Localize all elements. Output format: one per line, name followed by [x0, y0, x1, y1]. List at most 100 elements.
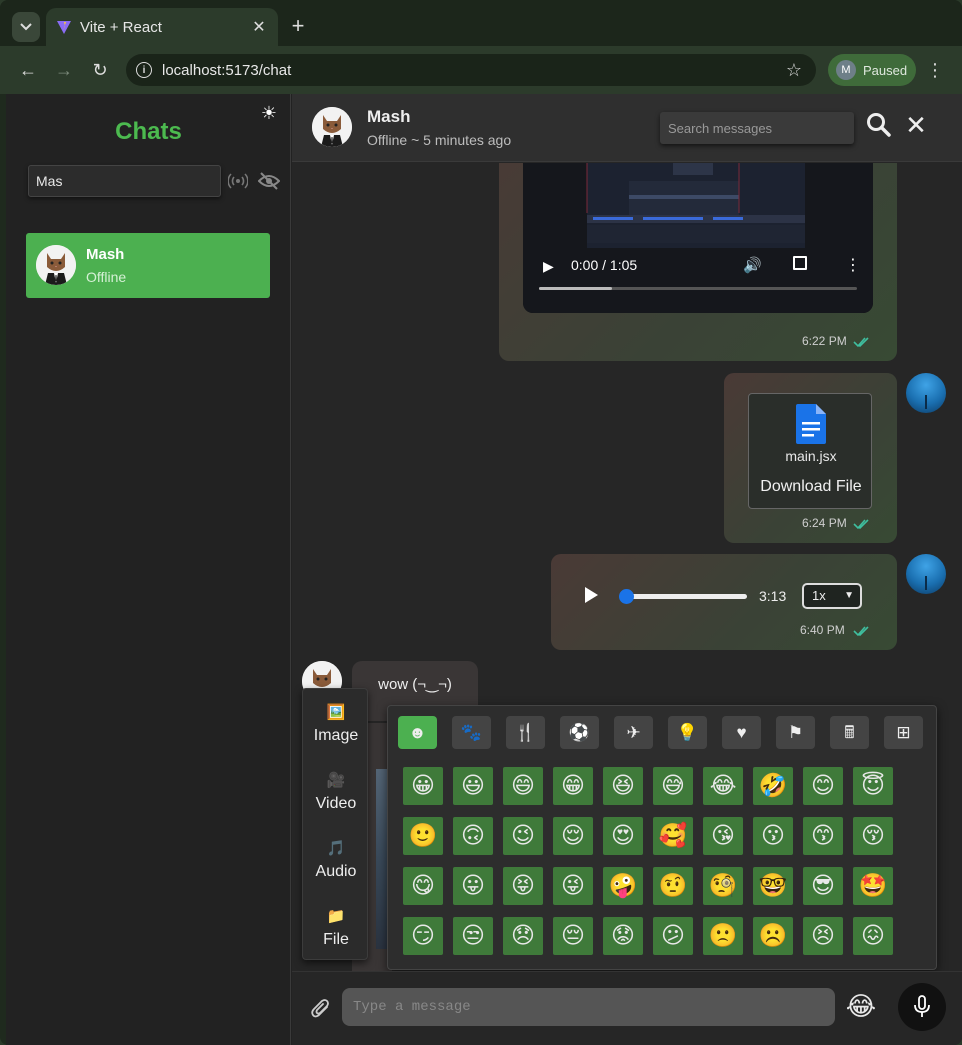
emoji-cell[interactable]: 😜	[553, 867, 593, 905]
reload-icon[interactable]: ↻	[88, 58, 112, 82]
bookmark-star-icon[interactable]: ☆	[786, 60, 802, 81]
emoji-cell[interactable]: 😅	[653, 767, 693, 805]
message-list[interactable]: ▶ 0:00 / 1:05 🔊 ⋮ 6:22 PM main.jsx Downl…	[292, 163, 962, 971]
emoji-cell[interactable]: 😉	[503, 817, 543, 855]
back-icon[interactable]: ←	[16, 58, 40, 82]
emoji-cell[interactable]: ☹️	[753, 917, 793, 955]
emoji-cell[interactable]: 😇	[853, 767, 893, 805]
address-bar[interactable]: i localhost:5173/chat ☆	[126, 54, 816, 86]
emoji-cell[interactable]: 😌	[553, 817, 593, 855]
audio-seek-thumb[interactable]	[619, 589, 634, 604]
emoji-category-calculator-icon[interactable]: 🖩	[830, 716, 869, 749]
emoji-cell[interactable]: 😃	[453, 767, 493, 805]
emoji-cell[interactable]: 😁	[553, 767, 593, 805]
header-avatar[interactable]	[312, 107, 352, 147]
read-ticks-icon	[853, 519, 869, 530]
tab-close-icon[interactable]: ✕	[248, 17, 270, 37]
download-file-link[interactable]: Download File	[749, 478, 873, 496]
emoji-cell[interactable]: 😊	[803, 767, 843, 805]
new-tab-button[interactable]: +	[286, 14, 310, 38]
eye-off-icon[interactable]	[257, 171, 281, 191]
emoji-cell[interactable]: 😚	[853, 817, 893, 855]
emoji-cell[interactable]: 😀	[403, 767, 443, 805]
message-input[interactable]	[342, 988, 835, 1026]
emoji-cell[interactable]: 😒	[453, 917, 493, 955]
fullscreen-icon[interactable]	[793, 256, 807, 270]
emoji-cell[interactable]: 🤨	[653, 867, 693, 905]
emoji-cell[interactable]: 🙂	[403, 817, 443, 855]
emoji-cell[interactable]: 😝	[503, 867, 543, 905]
emoji-button[interactable]: 😂	[844, 989, 878, 1023]
play-icon[interactable]	[585, 587, 598, 603]
attach-file-option[interactable]: 📁 File	[303, 897, 369, 957]
emoji-cell[interactable]: 😞	[503, 917, 543, 955]
emoji-category-grid-icon[interactable]: ⊞	[884, 716, 923, 749]
audio-player: 3:13 1x ▼	[577, 576, 867, 616]
image-icon: 🖼️	[326, 704, 346, 721]
audio-duration: 3:13	[759, 588, 787, 604]
emoji-cell[interactable]: 😗	[753, 817, 793, 855]
contact-search-input[interactable]	[28, 165, 221, 197]
message-search-input[interactable]	[660, 112, 854, 144]
emoji-cell[interactable]: 😆	[603, 767, 643, 805]
emoji-cell[interactable]: 🤩	[853, 867, 893, 905]
vite-logo-icon	[57, 21, 71, 34]
emoji-cell[interactable]: 😕	[653, 917, 693, 955]
emoji-category-food-icon[interactable]: 🍴	[506, 716, 545, 749]
emoji-cell[interactable]: 🙁	[703, 917, 743, 955]
my-avatar[interactable]	[906, 373, 946, 413]
attach-audio-option[interactable]: 🎵 Audio	[303, 829, 369, 889]
emoji-cell[interactable]: 😣	[803, 917, 843, 955]
emoji-cell[interactable]: 😖	[853, 917, 893, 955]
emoji-cell[interactable]: 😙	[803, 817, 843, 855]
emoji-cell[interactable]: 😎	[803, 867, 843, 905]
mic-button[interactable]	[898, 983, 946, 1031]
site-info-icon[interactable]: i	[136, 62, 152, 78]
emoji-category-animals-icon[interactable]: 🐾	[452, 716, 491, 749]
my-avatar[interactable]	[906, 554, 946, 594]
profile-button[interactable]: M Paused	[828, 54, 916, 86]
emoji-category-travel-icon[interactable]: ✈	[614, 716, 653, 749]
play-icon[interactable]: ▶	[543, 258, 554, 275]
emoji-cell[interactable]: 😍	[603, 817, 643, 855]
emoji-cell[interactable]: 😏	[403, 917, 443, 955]
paperclip-icon[interactable]	[310, 998, 332, 1020]
video-progress-bar[interactable]	[539, 287, 857, 290]
tab-search-button[interactable]	[12, 12, 40, 42]
audio-seek-bar[interactable]	[621, 594, 747, 599]
playback-speed-select[interactable]: 1x ▼	[802, 583, 862, 609]
emoji-cell[interactable]: 😋	[403, 867, 443, 905]
video-player[interactable]: ▶ 0:00 / 1:05 🔊 ⋮	[523, 163, 873, 313]
attach-video-option[interactable]: 🎥 Video	[303, 761, 369, 821]
broadcast-icon[interactable]	[227, 172, 249, 192]
emoji-cell[interactable]: 🤣	[753, 767, 793, 805]
emoji-category-activities-icon[interactable]: ⚽	[560, 716, 599, 749]
emoji-cell[interactable]: 🙃	[453, 817, 493, 855]
emoji-cell[interactable]: 😔	[553, 917, 593, 955]
file-card[interactable]: main.jsx Download File	[748, 393, 872, 509]
emoji-cell[interactable]: 😄	[503, 767, 543, 805]
contact-item[interactable]: Mash Offline	[26, 233, 270, 298]
emoji-category-objects-icon[interactable]: 💡	[668, 716, 707, 749]
url-text[interactable]: localhost:5173/chat	[162, 62, 786, 79]
browser-menu-icon[interactable]: ⋮	[926, 58, 944, 82]
emoji-cell[interactable]: 🤪	[603, 867, 643, 905]
emoji-cell[interactable]: 😘	[703, 817, 743, 855]
message-time: 6:40 PM	[800, 623, 845, 637]
forward-icon[interactable]: →	[52, 58, 76, 82]
emoji-cell[interactable]: 😂	[703, 767, 743, 805]
emoji-cell[interactable]: 🧐	[703, 867, 743, 905]
video-options-icon[interactable]: ⋮	[845, 255, 861, 275]
emoji-cell[interactable]: 😛	[453, 867, 493, 905]
emoji-category-smileys-icon[interactable]: ☻	[398, 716, 437, 749]
emoji-cell[interactable]: 🤓	[753, 867, 793, 905]
emoji-cell[interactable]: 🥰	[653, 817, 693, 855]
volume-icon[interactable]: 🔊	[743, 256, 762, 274]
emoji-category-symbols-icon[interactable]: ♥	[722, 716, 761, 749]
emoji-category-flags-icon[interactable]: ⚑	[776, 716, 815, 749]
search-icon[interactable]	[866, 112, 892, 138]
attach-image-option[interactable]: 🖼️ Image	[303, 693, 369, 753]
close-icon[interactable]: ✕	[904, 112, 928, 138]
emoji-cell[interactable]: 😟	[603, 917, 643, 955]
browser-tab[interactable]: Vite + React ✕	[46, 8, 278, 46]
